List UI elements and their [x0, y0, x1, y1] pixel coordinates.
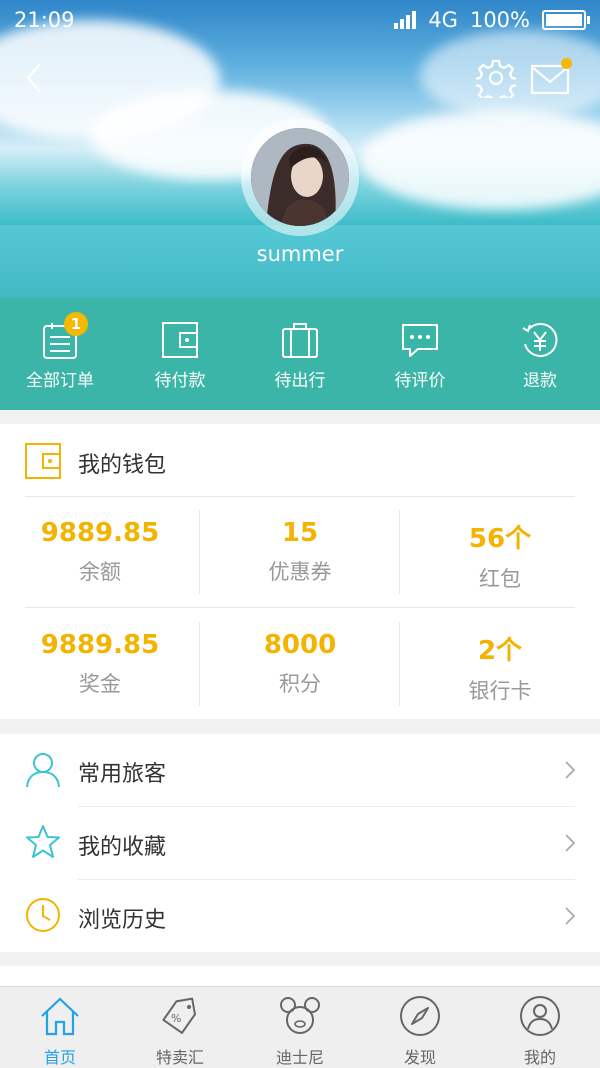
chevron-right-icon	[565, 761, 576, 779]
suitcase-icon	[282, 323, 318, 358]
wallet-bank-cards[interactable]: 2个 银行卡	[400, 630, 600, 705]
order-pending-payment[interactable]: 待付款	[120, 298, 240, 410]
wallet-red-packets[interactable]: 56个 红包	[400, 518, 600, 593]
tab-home[interactable]: 首页	[0, 987, 120, 1068]
mail-icon	[530, 64, 570, 95]
wallet-card: 我的钱包 9889.85 余额 15 优惠券 56个 红包 9889.85 奖金…	[0, 424, 600, 719]
star-icon	[26, 825, 60, 858]
divider	[399, 510, 400, 594]
divider	[399, 622, 400, 706]
section-spacer	[0, 966, 600, 986]
menu-item-favorites[interactable]: 我的收藏	[0, 807, 600, 879]
bottom-tab-bar: 首页 % 特卖汇 迪士尼 发现 我的	[0, 986, 600, 1068]
network-type: 4G	[428, 8, 458, 32]
order-label: 待出行	[274, 371, 326, 391]
status-bar: 21:09 4G 100%	[0, 0, 600, 40]
divider	[25, 607, 575, 608]
wallet-label: 余额	[79, 560, 121, 584]
chevron-right-icon	[565, 834, 576, 852]
wallet-label: 银行卡	[468, 679, 532, 703]
wallet-value: 9889.85	[40, 518, 160, 548]
tab-discover[interactable]: 发现	[360, 987, 480, 1068]
wallet-value: 15	[281, 518, 319, 548]
mickey-icon	[280, 997, 320, 1034]
tab-label: 迪士尼	[275, 1048, 324, 1067]
unread-dot	[561, 58, 572, 69]
wallet-title: 我的钱包	[78, 453, 167, 478]
user-icon	[520, 996, 560, 1036]
cloud-decoration	[360, 110, 600, 210]
discount-tag-icon: %	[162, 997, 196, 1034]
wallet-balance[interactable]: 9889.85 余额	[0, 518, 200, 586]
menu-item-frequent-travelers[interactable]: 常用旅客	[0, 734, 600, 806]
tab-label: 发现	[403, 1048, 436, 1067]
order-refund[interactable]: 退款	[480, 298, 600, 410]
messages-button[interactable]	[530, 58, 574, 96]
yen-refund-icon	[522, 323, 558, 357]
profile-header: 21:09 4G 100% summer	[0, 0, 600, 298]
menu-item-label: 浏览历史	[78, 908, 167, 933]
wallet-label: 奖金	[79, 672, 121, 696]
wallet-header[interactable]: 我的钱包	[25, 424, 575, 497]
wallet-icon	[162, 322, 198, 358]
username: summer	[256, 242, 344, 266]
avatar-ring[interactable]	[241, 118, 359, 236]
svg-text:%: %	[171, 1012, 181, 1025]
wallet-points[interactable]: 8000 积分	[200, 630, 400, 698]
avatar[interactable]	[251, 128, 349, 226]
chevron-left-icon	[26, 63, 41, 93]
back-button[interactable]	[20, 58, 50, 98]
menu-item-label: 常用旅客	[78, 762, 167, 787]
home-icon	[41, 997, 79, 1036]
wallet-value: 56个	[468, 524, 532, 554]
battery-percent: 100%	[469, 8, 530, 32]
order-pending-travel[interactable]: 待出行	[240, 298, 360, 410]
order-all[interactable]: 1 全部订单	[0, 298, 120, 410]
person-icon	[26, 753, 60, 788]
wallet-value: 2个	[477, 636, 523, 666]
signal-icon	[394, 11, 417, 29]
wallet-label: 红包	[479, 567, 521, 591]
wallet-bonus[interactable]: 9889.85 奖金	[0, 630, 200, 698]
order-label: 退款	[523, 371, 557, 391]
compass-icon	[400, 996, 440, 1036]
wallet-label: 积分	[279, 672, 321, 696]
avatar-photo	[251, 128, 349, 226]
tab-label: 特卖汇	[155, 1048, 204, 1067]
order-badge: 1	[64, 312, 88, 336]
tab-flash-sale[interactable]: % 特卖汇	[120, 987, 240, 1068]
wallet-value: 8000	[263, 630, 337, 660]
orders-bar: 1 全部订单 待付款 待出行 待评价 退款	[0, 298, 600, 410]
chevron-right-icon	[565, 907, 576, 925]
wallet-value: 9889.85	[40, 630, 160, 660]
order-label: 待付款	[154, 371, 206, 391]
chat-bubble-icon	[402, 324, 438, 357]
order-label: 待评价	[394, 371, 446, 391]
status-time: 21:09	[14, 8, 75, 32]
menu-item-label: 我的收藏	[78, 835, 167, 860]
tab-label: 我的	[523, 1048, 556, 1067]
tab-label: 首页	[43, 1048, 76, 1067]
menu-list: 常用旅客 我的收藏 浏览历史	[0, 734, 600, 952]
menu-item-history[interactable]: 浏览历史	[0, 880, 600, 952]
wallet-coupons[interactable]: 15 优惠券	[200, 518, 400, 586]
battery-icon	[542, 10, 590, 30]
clock-icon	[26, 898, 60, 932]
divider	[199, 622, 200, 706]
tab-disney[interactable]: 迪士尼	[240, 987, 360, 1068]
order-label: 全部订单	[26, 371, 94, 391]
order-pending-review[interactable]: 待评价	[360, 298, 480, 410]
divider	[199, 510, 200, 594]
wallet-label: 优惠券	[268, 560, 332, 584]
gear-icon	[473, 59, 519, 105]
wallet-icon	[25, 443, 61, 479]
tab-mine[interactable]: 我的	[480, 987, 600, 1068]
settings-button[interactable]	[473, 58, 519, 105]
